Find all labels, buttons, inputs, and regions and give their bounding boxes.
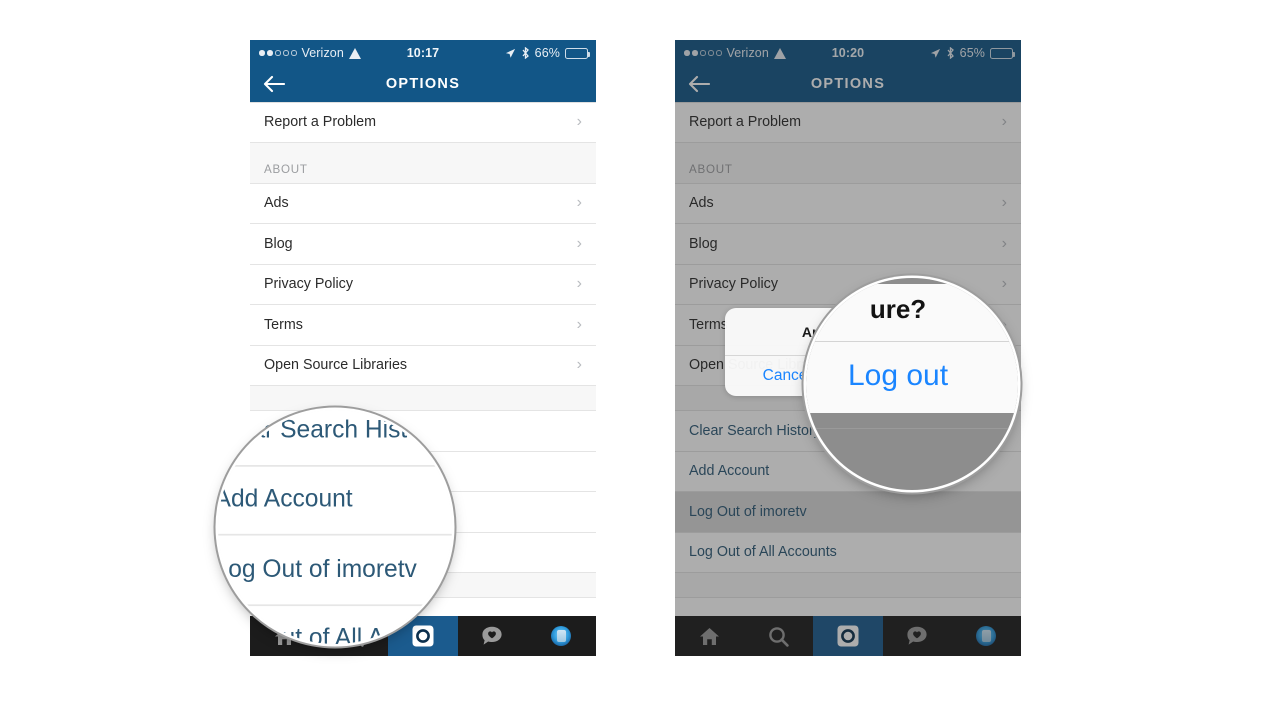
list-item-nav[interactable]: Blog › [250, 224, 596, 265]
list-item-label: Log Out of All Accounts [689, 544, 837, 561]
tab-camera[interactable] [813, 616, 883, 656]
section-header-about: ABOUT [250, 142, 596, 184]
dialog-title-magnified: ure? [869, 294, 927, 324]
bluetooth-icon [522, 47, 529, 59]
list-item-nav[interactable]: Terms › [250, 305, 596, 346]
profile-avatar-icon [976, 626, 997, 646]
chevron-right-icon: › [576, 234, 582, 252]
list-item-nav[interactable]: Blog › [675, 224, 1021, 265]
back-arrow-icon[interactable] [688, 75, 710, 93]
camera-icon [837, 625, 859, 647]
tab-activity-heart[interactable] [458, 616, 527, 656]
chevron-right-icon: › [576, 113, 582, 131]
log-out-button-magnified[interactable]: Log out [806, 342, 1018, 413]
list-item-label: Privacy Policy [264, 276, 353, 293]
chevron-right-icon: › [576, 275, 582, 293]
status-bar-right-group: 66% [505, 46, 591, 60]
status-bar-right: Verizon 10:20 65% [675, 40, 1021, 66]
chevron-right-icon: › [1001, 194, 1007, 212]
list-item[interactable]: Add Account [218, 466, 452, 536]
chevron-right-icon: › [1001, 113, 1007, 131]
search-icon [768, 626, 789, 647]
status-bar-left: Verizon 10:17 66% [250, 40, 596, 66]
list-item-nav[interactable]: Report a Problem › [250, 102, 596, 143]
list-item-label: Blog [264, 235, 293, 252]
magnifier-right: ure? Log out [806, 278, 1018, 490]
chevron-right-icon: › [1001, 234, 1007, 252]
magnifier-left: Clear Search History Add Account Log Out… [218, 410, 452, 644]
list-item-label: Log Out of imoretv [689, 503, 807, 520]
list-item-action[interactable]: Log Out of All Accounts [675, 532, 1021, 573]
list-item-label: Ads [264, 195, 289, 212]
tab-search[interactable] [744, 616, 813, 656]
back-arrow-icon[interactable] [263, 75, 285, 93]
bluetooth-icon [947, 47, 954, 59]
activity-heart-icon [906, 626, 928, 646]
section-header-label: ABOUT [264, 162, 308, 176]
magnified-dialog: ure? Log out [806, 284, 1018, 413]
list-item[interactable]: Clear Search History [218, 410, 452, 466]
section-header-label: ABOUT [689, 162, 733, 176]
chevron-right-icon: › [576, 315, 582, 333]
list-item-label: Terms [264, 316, 303, 333]
battery-percent-label: 65% [959, 46, 985, 60]
list-item-nav[interactable]: Privacy Policy › [250, 264, 596, 305]
list-item-label: Open Source Libraries [264, 357, 408, 374]
page-title: OPTIONS [810, 76, 886, 92]
activity-heart-icon [481, 626, 503, 646]
profile-avatar-icon [551, 626, 572, 646]
list-item-nav[interactable]: Ads › [675, 183, 1021, 224]
list-item-nav[interactable]: Report a Problem › [675, 102, 1021, 143]
page-title: OPTIONS [385, 76, 461, 92]
list-item-action[interactable]: Log Out of imoretv [675, 492, 1021, 533]
tab-profile-avatar[interactable] [527, 616, 596, 656]
nav-bar-left: OPTIONS [250, 66, 596, 102]
magnifier-left-content: Clear Search History Add Account Log Out… [218, 410, 452, 644]
list-item-label: Report a Problem [264, 114, 377, 131]
list-gap [675, 573, 1021, 598]
battery-percent-label: 66% [534, 46, 560, 60]
list-item-nav[interactable]: Ads › [250, 183, 596, 224]
chevron-right-icon: › [576, 194, 582, 212]
list-item-label: Blog [689, 235, 718, 252]
location-arrow-icon [930, 48, 940, 58]
chevron-right-icon: › [576, 356, 582, 374]
list-item[interactable]: Log Out of All Acco [218, 605, 452, 644]
magnified-options-list: Clear Search History Add Account Log Out… [218, 410, 452, 644]
battery-icon [990, 47, 1016, 59]
list-item-label: Ads [689, 195, 714, 212]
tab-bar-right[interactable] [675, 616, 1021, 656]
screenshot-stage: Verizon 10:17 66% OPTIONS Report a Probl… [0, 0, 1280, 701]
home-icon [699, 627, 720, 646]
section-header-about: ABOUT [675, 142, 1021, 184]
nav-bar-right: OPTIONS [675, 66, 1021, 102]
tab-home[interactable] [675, 616, 744, 656]
list-item-nav[interactable]: Open Source Libraries › [250, 345, 596, 386]
tab-activity-heart[interactable] [883, 616, 952, 656]
battery-icon [565, 47, 591, 59]
list-item[interactable]: Log Out of imoretv [218, 536, 452, 606]
list-gap [250, 386, 596, 411]
list-item-label: Report a Problem [689, 114, 802, 131]
status-bar-right-group: 65% [930, 46, 1016, 60]
tab-profile-avatar[interactable] [952, 616, 1021, 656]
location-arrow-icon [505, 48, 515, 58]
